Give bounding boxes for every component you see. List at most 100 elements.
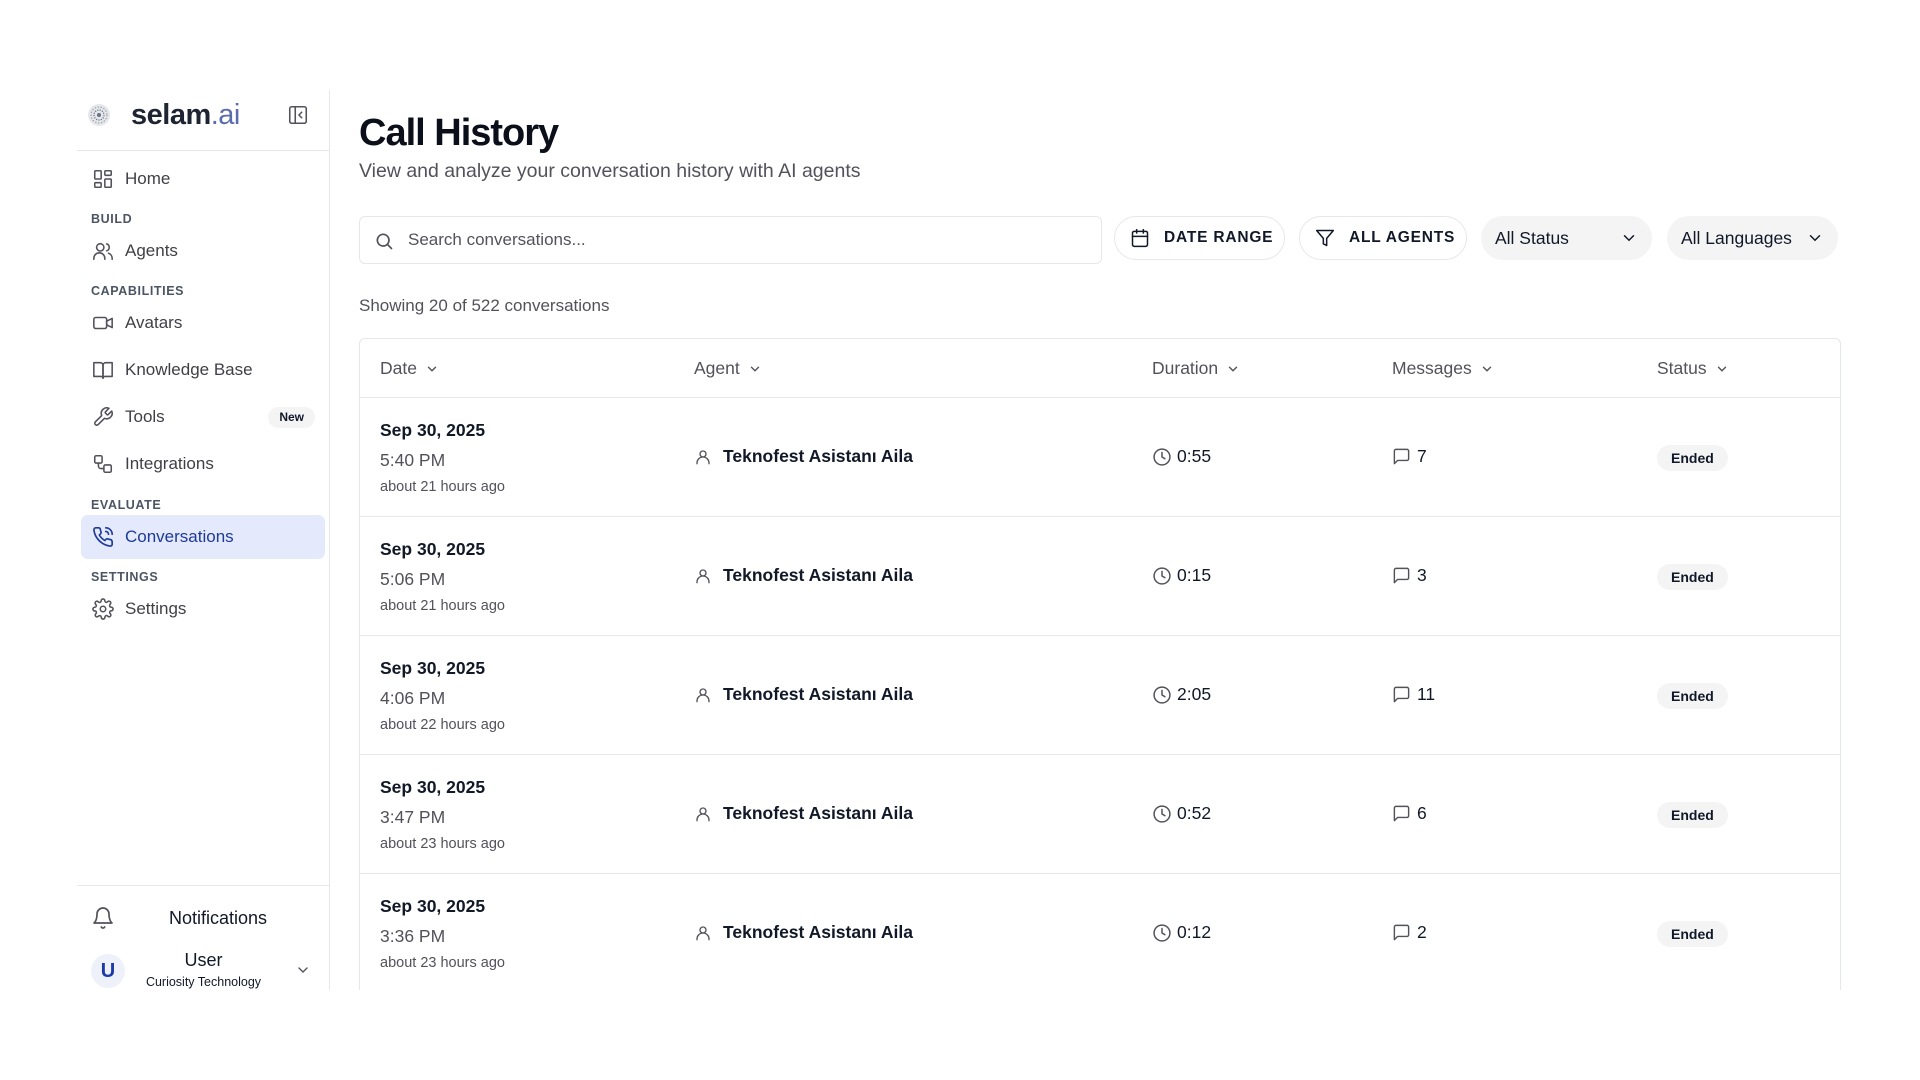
- column-header-status[interactable]: Status: [1657, 358, 1729, 379]
- table-row[interactable]: Sep 30, 2025 4:06 PM about 22 hours ago …: [360, 636, 1840, 755]
- clock-icon: [1152, 566, 1172, 586]
- row-date: Sep 30, 2025: [380, 896, 486, 916]
- chevron-down-icon: [425, 362, 439, 376]
- column-header-date[interactable]: Date: [380, 358, 439, 379]
- sidebar-item-conversations[interactable]: Conversations: [81, 515, 325, 559]
- messages-cell: 7: [1392, 446, 1427, 467]
- agent-cell: Teknofest Asistanı Aila: [694, 803, 913, 824]
- status-badge: Ended: [1657, 921, 1728, 947]
- row-time: 5:40 PM: [380, 450, 446, 470]
- notifications-label: Notifications: [169, 908, 268, 928]
- duration-cell: 0:15: [1152, 565, 1211, 586]
- clock-icon: [1152, 804, 1172, 824]
- chevron-down-icon: [1715, 362, 1729, 376]
- messages-cell: 6: [1392, 803, 1427, 824]
- row-time: 3:47 PM: [380, 807, 446, 827]
- agent-name: Teknofest Asistanı Aila: [723, 803, 913, 823]
- all-agents-label: ALL AGENTS: [1349, 229, 1456, 246]
- results-summary: Showing 20 of 522 conversations: [359, 296, 610, 315]
- column-header-messages[interactable]: Messages: [1392, 358, 1494, 379]
- duration-cell: 0:52: [1152, 803, 1211, 824]
- chevron-down-icon: [1809, 235, 1821, 242]
- chevron-down-icon[interactable]: [295, 962, 311, 978]
- duration-value: 0:55: [1177, 446, 1212, 466]
- section-label-settings: SETTINGS: [91, 570, 159, 584]
- sidebar-item-label: Tools: [125, 407, 165, 426]
- date-range-label: DATE RANGE: [1164, 229, 1274, 246]
- messages-value: 6: [1417, 803, 1427, 823]
- row-relative-time: about 21 hours ago: [380, 479, 505, 495]
- row-relative-time: about 23 hours ago: [380, 836, 505, 852]
- agent-name: Teknofest Asistanı Aila: [723, 922, 913, 942]
- message-icon: [1392, 923, 1411, 942]
- messages-cell: 11: [1392, 684, 1435, 705]
- page-subtitle: View and analyze your conversation histo…: [359, 160, 861, 182]
- column-header-agent[interactable]: Agent: [694, 358, 762, 379]
- wrench-icon: [91, 405, 115, 429]
- table-row[interactable]: Sep 30, 2025 3:36 PM about 23 hours ago …: [360, 874, 1840, 990]
- sidebar-item-label: Home: [125, 169, 171, 188]
- date-cell: Sep 30, 2025 4:06 PM about 22 hours ago: [380, 658, 505, 733]
- sidebar-item-settings[interactable]: Settings: [81, 587, 325, 631]
- clock-icon: [1152, 447, 1172, 467]
- user-name: User: [184, 950, 223, 970]
- notifications-button[interactable]: Notifications: [77, 896, 330, 940]
- sidebar-item-agents[interactable]: Agents: [81, 229, 325, 273]
- agent-name: Teknofest Asistanı Aila: [723, 684, 913, 704]
- agent-cell: Teknofest Asistanı Aila: [694, 922, 913, 943]
- table-row[interactable]: Sep 30, 2025 3:47 PM about 23 hours ago …: [360, 755, 1840, 874]
- sidebar-item-knowledge-base[interactable]: Knowledge Base: [81, 348, 325, 392]
- status-select-value: All Status: [1495, 227, 1569, 248]
- table-row[interactable]: Sep 30, 2025 5:40 PM about 21 hours ago …: [360, 398, 1840, 517]
- duration-value: 0:52: [1177, 803, 1212, 823]
- language-select[interactable]: All Languages: [1667, 216, 1838, 260]
- row-date: Sep 30, 2025: [380, 777, 486, 797]
- brand-name[interactable]: selam.ai: [131, 99, 240, 132]
- date-range-button[interactable]: DATE RANGE: [1114, 216, 1285, 260]
- sidebar-item-label: Knowledge Base: [125, 360, 253, 379]
- row-time: 3:36 PM: [380, 926, 446, 946]
- date-cell: Sep 30, 2025 3:36 PM about 23 hours ago: [380, 896, 505, 971]
- sidebar-item-avatars[interactable]: Avatars: [81, 301, 325, 345]
- duration-value: 0:15: [1177, 565, 1212, 585]
- search-input[interactable]: [408, 217, 1088, 263]
- all-agents-button[interactable]: ALL AGENTS: [1299, 216, 1467, 260]
- book-icon: [91, 358, 115, 382]
- row-date: Sep 30, 2025: [380, 420, 486, 440]
- duration-value: 0:12: [1177, 922, 1212, 942]
- sidebar-item-tools[interactable]: Tools New: [81, 395, 325, 439]
- sidebar-item-home[interactable]: Home: [81, 157, 325, 201]
- messages-value: 3: [1417, 565, 1427, 585]
- user-organization: Curiosity Technology: [145, 975, 262, 989]
- agent-cell: Teknofest Asistanı Aila: [694, 446, 913, 467]
- agent-name: Teknofest Asistanı Aila: [723, 446, 913, 466]
- gear-icon: [91, 597, 115, 621]
- user-icon: [694, 686, 712, 704]
- messages-value: 7: [1417, 446, 1427, 466]
- sidebar-collapse-icon[interactable]: [287, 104, 309, 126]
- search-box[interactable]: [359, 216, 1102, 264]
- new-badge: New: [268, 407, 315, 428]
- user-menu[interactable]: U User Curiosity Technology: [77, 944, 330, 990]
- column-header-duration[interactable]: Duration: [1152, 358, 1240, 379]
- section-label-evaluate: EVALUATE: [91, 498, 162, 512]
- status-select[interactable]: All Status: [1481, 216, 1652, 260]
- phone-call-icon: [91, 525, 115, 549]
- row-date: Sep 30, 2025: [380, 658, 486, 678]
- table-row[interactable]: Sep 30, 2025 5:06 PM about 21 hours ago …: [360, 517, 1840, 636]
- duration-value: 2:05: [1177, 684, 1212, 704]
- date-cell: Sep 30, 2025 5:40 PM about 21 hours ago: [380, 420, 505, 495]
- sidebar-item-integrations[interactable]: Integrations: [81, 442, 325, 486]
- sidebar: selam.ai Home BUILD Agents CAPABILITIES …: [77, 90, 330, 990]
- date-cell: Sep 30, 2025 5:06 PM about 21 hours ago: [380, 539, 505, 614]
- brand-header: selam.ai: [77, 90, 330, 151]
- chevron-down-icon: [748, 362, 762, 376]
- duration-cell: 0:55: [1152, 446, 1211, 467]
- table-header: Date Agent Duration Messages Status: [360, 339, 1840, 398]
- row-time: 4:06 PM: [380, 688, 446, 708]
- duration-cell: 2:05: [1152, 684, 1211, 705]
- dashboard-icon: [91, 167, 115, 191]
- sidebar-footer: Notifications U User Curiosity Technolog…: [77, 885, 330, 990]
- video-icon: [91, 311, 115, 335]
- agent-cell: Teknofest Asistanı Aila: [694, 565, 913, 586]
